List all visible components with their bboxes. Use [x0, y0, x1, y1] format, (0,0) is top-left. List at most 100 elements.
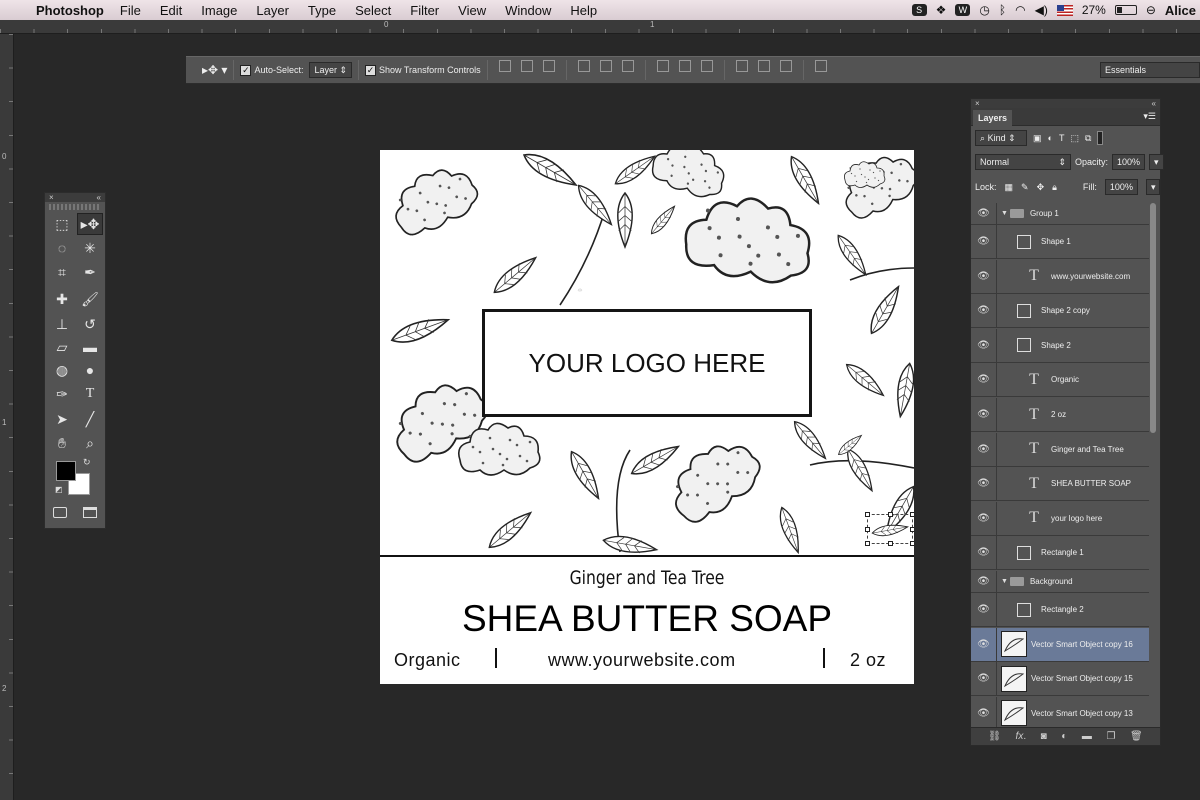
visibility-eye-icon[interactable]: 👁︎ [971, 432, 997, 466]
visibility-eye-icon[interactable]: 👁︎ [971, 593, 997, 626]
user-menu[interactable]: Alice [1165, 3, 1196, 18]
layer-row[interactable]: 👁︎ T 2 oz [971, 398, 1149, 432]
layer-row[interactable]: 👁︎ Rectangle 2 [971, 593, 1149, 627]
close-icon[interactable]: × [975, 99, 980, 108]
default-colors-icon[interactable]: ◩ [55, 485, 63, 494]
logo-placeholder-box[interactable]: YOUR LOGO HERE [482, 309, 812, 417]
line-tool-icon[interactable]: ╱ [77, 408, 103, 430]
align-bottom-icon[interactable] [542, 60, 555, 72]
menu-view[interactable]: View [458, 3, 486, 18]
transform-handle[interactable] [910, 512, 914, 517]
auto-align-icon[interactable] [814, 60, 827, 72]
menu-layer[interactable]: Layer [256, 3, 289, 18]
blend-mode-dropdown[interactable]: Normal ⇕ [975, 154, 1071, 170]
align-vcenter-icon[interactable] [520, 60, 533, 72]
transform-handle[interactable] [888, 541, 893, 546]
gradient-tool-icon[interactable]: ▬ [77, 336, 103, 358]
visibility-eye-icon[interactable]: 👁︎ [971, 363, 997, 397]
path-selection-tool-icon[interactable]: ➤ [49, 408, 75, 430]
layer-row[interactable]: 👁︎ Shape 2 copy [971, 294, 1149, 329]
show-transform-checkbox[interactable]: ✓ [365, 64, 377, 76]
visibility-eye-icon[interactable]: 👁︎ [971, 662, 997, 696]
lock-transparent-icon[interactable]: ▦ [1005, 182, 1014, 193]
panel-menu-icon[interactable]: ▾☰ [1143, 111, 1156, 122]
align-hcenter-icon[interactable] [599, 60, 612, 72]
clone-stamp-tool-icon[interactable]: ⊥ [49, 313, 75, 335]
menu-image[interactable]: Image [201, 3, 237, 18]
distribute-left-icon[interactable] [735, 60, 748, 72]
menu-file[interactable]: File [120, 3, 141, 18]
vertical-ruler[interactable]: 0 1 2 [0, 34, 14, 800]
transform-handle[interactable] [865, 541, 870, 546]
opacity-input[interactable]: 100% [1112, 154, 1146, 170]
menu-select[interactable]: Select [355, 3, 391, 18]
tools-panel-header[interactable]: × « [45, 193, 105, 202]
layer-row[interactable]: 👁︎ Shape 1 [971, 225, 1149, 259]
fill-slider-toggle[interactable]: ▾ [1145, 179, 1161, 195]
layer-row[interactable]: 👁︎ T Ginger and Tea Tree [971, 432, 1149, 467]
visibility-eye-icon[interactable]: 👁︎ [971, 328, 997, 362]
visibility-eye-icon[interactable]: 👁︎ [971, 571, 997, 592]
battery-icon[interactable] [1114, 5, 1137, 15]
app-menu[interactable]: Photoshop [36, 3, 104, 18]
filter-toggle-icon[interactable] [1097, 131, 1104, 145]
visibility-eye-icon[interactable]: 👁︎ [971, 627, 997, 661]
lock-position-icon[interactable]: ✥ [1037, 182, 1045, 193]
layer-row[interactable]: 👁︎ Twww.yourwebsite.com [971, 259, 1149, 294]
bluetooth-icon[interactable]: ᛒ [999, 3, 1006, 17]
distribute-vcenter-icon[interactable] [678, 60, 691, 72]
fill-input[interactable]: 100% [1104, 179, 1138, 195]
adjustment-filter-icon[interactable]: ◐ [1048, 133, 1053, 143]
menu-type[interactable]: Type [308, 3, 336, 18]
visibility-eye-icon[interactable]: 👁︎ [971, 467, 997, 501]
sync-icon[interactable]: ⊖ [1146, 3, 1156, 17]
transform-handle[interactable] [888, 512, 893, 517]
healing-brush-tool-icon[interactable]: ✚ [49, 288, 75, 310]
pixel-filter-icon[interactable]: ▣ [1033, 133, 1042, 144]
add-mask-icon[interactable]: ◙ [1041, 731, 1047, 742]
menu-help[interactable]: Help [570, 3, 597, 18]
visibility-eye-icon[interactable]: 👁︎ [971, 398, 997, 431]
input-source-flag-icon[interactable] [1056, 4, 1073, 16]
lock-all-icon[interactable]: 🔒︎ [1052, 182, 1057, 193]
visibility-eye-icon[interactable]: 👁︎ [971, 501, 997, 535]
document-canvas[interactable]: YOUR LOGO HERE Ginger and Tea Tree SHEA … [380, 150, 914, 684]
crop-tool-icon[interactable]: ⌗ [49, 261, 75, 283]
align-right-icon[interactable] [621, 60, 634, 72]
time-machine-icon[interactable]: ◷ [979, 3, 989, 17]
smart-object-filter-icon[interactable]: ⧉ [1085, 133, 1091, 144]
transform-handle[interactable] [910, 527, 914, 532]
swap-colors-icon[interactable]: ↻ [83, 457, 91, 468]
align-left-icon[interactable] [577, 60, 590, 72]
dropbox-icon[interactable]: ❖ [936, 3, 947, 17]
quick-mask-icon[interactable] [53, 507, 67, 518]
volume-icon[interactable]: ◀) [1035, 3, 1048, 17]
lasso-tool-icon[interactable]: ◌ [49, 237, 75, 259]
rectangular-marquee-tool-icon[interactable]: ⬚ [49, 213, 75, 235]
menu-filter[interactable]: Filter [410, 3, 439, 18]
layer-style-icon[interactable]: fx. [1016, 731, 1027, 742]
transform-handle[interactable] [865, 527, 870, 532]
collapse-icon[interactable]: « [1152, 99, 1156, 108]
layer-row[interactable]: 👁︎ ▼ Group 1 [971, 203, 1149, 225]
distribute-right-icon[interactable] [779, 60, 792, 72]
shape-filter-icon[interactable]: ⬚ [1070, 133, 1079, 144]
magic-wand-tool-icon[interactable]: ✳ [77, 237, 103, 259]
menu-window[interactable]: Window [505, 3, 551, 18]
layers-scrollbar[interactable] [1150, 203, 1156, 433]
layer-row[interactable]: 👁︎ Tyour logo here [971, 501, 1149, 536]
zoom-tool-icon[interactable]: ⌕ [77, 432, 103, 454]
visibility-eye-icon[interactable]: 👁︎ [971, 203, 997, 224]
hand-tool-icon[interactable]: ✋︎ [49, 432, 75, 454]
transform-selection-box[interactable] [865, 512, 914, 546]
visibility-eye-icon[interactable]: 👁︎ [971, 225, 997, 258]
distribute-bottom-icon[interactable] [700, 60, 713, 72]
layer-row[interactable]: 👁︎ Vector Smart Object copy 13 [971, 696, 1149, 731]
type-filter-icon[interactable]: T [1059, 133, 1065, 143]
auto-select-dropdown[interactable]: Layer ⇕ [309, 62, 353, 78]
new-layer-icon[interactable]: ❐ [1106, 731, 1115, 742]
layer-row[interactable]: 👁︎ Rectangle 1 [971, 536, 1149, 571]
visibility-eye-icon[interactable]: 👁︎ [971, 696, 997, 730]
pen-tool-icon[interactable]: ✑ [49, 383, 75, 405]
horizontal-ruler[interactable]: 0 1 [0, 20, 1200, 34]
